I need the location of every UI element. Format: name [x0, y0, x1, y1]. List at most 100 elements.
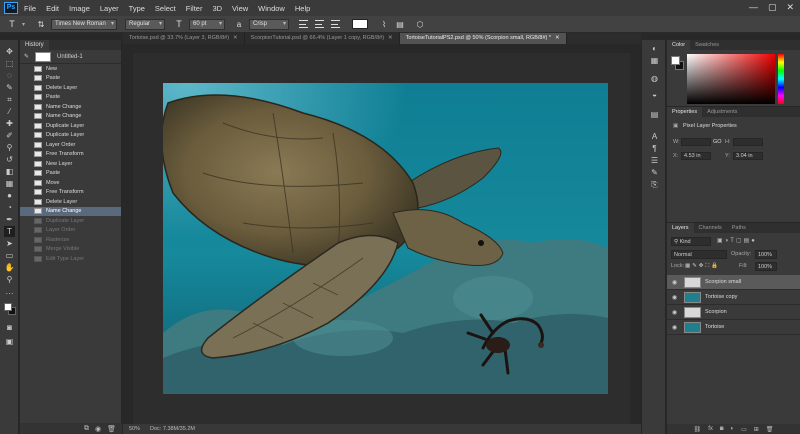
layer-style-icon[interactable]: fx [708, 426, 713, 432]
close-tab-icon[interactable]: ✕ [388, 35, 393, 41]
maximize-icon[interactable]: ▢ [768, 2, 777, 13]
crop-tool-icon[interactable]: ⌗ [4, 94, 15, 105]
close-tab-icon[interactable]: ✕ [233, 35, 238, 41]
antialias-select[interactable]: Crisp [249, 18, 290, 30]
marquee-tool-icon[interactable]: ⬚ [4, 58, 15, 69]
hue-slider[interactable] [778, 54, 784, 104]
more-tools-icon[interactable]: ··· [4, 288, 15, 299]
menu-image[interactable]: Image [69, 4, 90, 13]
minimize-icon[interactable]: — [749, 2, 758, 13]
history-item[interactable]: Free Transform [20, 188, 121, 198]
fill-field[interactable]: 100% [755, 262, 777, 271]
align-right-icon[interactable] [331, 20, 341, 28]
foreground-color-chip[interactable] [671, 56, 680, 65]
menu-layer[interactable]: Layer [100, 4, 119, 13]
brush-tool-icon[interactable]: ✐ [4, 130, 15, 141]
layer-row[interactable]: ◉ Tortoise [667, 320, 800, 335]
warp-text-icon[interactable]: ⌇ [378, 20, 390, 29]
adjustments-panel-icon[interactable]: ◒ [649, 90, 660, 100]
history-item[interactable]: Duplicate Layer [20, 216, 121, 226]
history-item[interactable]: Paste [20, 74, 121, 84]
tab-channels[interactable]: Channels [694, 223, 727, 233]
eye-icon[interactable]: ◉ [670, 324, 679, 331]
history-snapshot[interactable]: ✎ Untitled-1 [20, 50, 121, 64]
color-field[interactable] [687, 54, 775, 104]
new-document-from-state-icon[interactable]: ⧉ [84, 425, 89, 433]
doc-size[interactable]: Doc: 7.38M/35.2M [150, 426, 195, 432]
tab-properties[interactable]: Properties [667, 107, 703, 117]
history-item[interactable]: Paste [20, 93, 121, 103]
history-item[interactable]: Paste [20, 169, 121, 179]
doc-tab-tortoise-tutorial[interactable]: TortoiseTutorialPS2.psd @ 50% (Scorpion … [399, 33, 567, 44]
menu-filter[interactable]: Filter [186, 4, 203, 13]
eye-icon[interactable]: ◉ [670, 309, 679, 316]
orientation-toggle-icon[interactable]: ⇅ [35, 20, 47, 29]
menu-type[interactable]: Type [129, 4, 145, 13]
lasso-tool-icon[interactable]: ◌ [4, 70, 15, 81]
history-item[interactable]: Duplicate Layer [20, 131, 121, 141]
history-item[interactable]: Rasterize [20, 235, 121, 245]
height-field[interactable] [733, 138, 763, 146]
history-item[interactable]: Free Transform [20, 150, 121, 160]
character-panel-icon[interactable]: ▤ [394, 20, 406, 29]
history-item[interactable]: Duplicate Layer [20, 121, 121, 131]
document-image[interactable] [163, 83, 608, 394]
libraries-panel-icon[interactable]: ◍ [649, 74, 660, 84]
screen-mode-icon[interactable]: ▣ [4, 336, 15, 347]
menu-select[interactable]: Select [155, 4, 176, 13]
swatches-panel-icon[interactable]: ▦ [649, 56, 660, 66]
history-brush-source-icon[interactable]: ✎ [24, 53, 29, 60]
x-field[interactable]: 4.53 in [681, 152, 711, 160]
history-item[interactable]: Delete Layer [20, 197, 121, 207]
color-panel-icon[interactable]: ◐ [649, 44, 660, 54]
group-icon[interactable]: ▭ [741, 426, 747, 433]
menu-file[interactable]: File [24, 4, 36, 13]
blur-tool-icon[interactable]: ● [4, 190, 15, 201]
new-layer-icon[interactable]: ⊞ [754, 426, 759, 433]
type-tool-icon[interactable]: T [4, 226, 15, 237]
opacity-field[interactable]: 100% [755, 250, 777, 259]
tab-adjustments[interactable]: Adjustments [702, 107, 742, 117]
type-tool-icon[interactable]: T [6, 19, 18, 29]
close-icon[interactable]: ✕ [786, 2, 794, 13]
trash-icon[interactable]: 🗑 [107, 425, 116, 433]
close-tab-icon[interactable]: ✕ [555, 35, 560, 41]
history-item[interactable]: Move [20, 178, 121, 188]
font-family-select[interactable]: Times New Roman [51, 18, 118, 30]
menu-3d[interactable]: 3D [212, 4, 222, 13]
history-item[interactable]: Name Change [20, 206, 121, 216]
menu-window[interactable]: Window [258, 4, 285, 13]
tool-preset-chevron-icon[interactable]: ▾ [22, 21, 25, 28]
font-size-select[interactable]: 60 pt [189, 18, 226, 30]
quick-select-tool-icon[interactable]: ✎ [4, 82, 15, 93]
eraser-tool-icon[interactable]: ◧ [4, 166, 15, 177]
link-dimensions-icon[interactable]: GO [713, 139, 722, 145]
menu-view[interactable]: View [232, 4, 248, 13]
brush-panel-icon[interactable]: ✎ [649, 168, 660, 178]
tab-history[interactable]: History [20, 40, 49, 50]
layer-filter-icons[interactable]: ▣◑T▢▤● [717, 237, 757, 244]
dodge-tool-icon[interactable]: ◔ [4, 202, 15, 213]
adjustment-layer-icon[interactable]: ◐ [730, 426, 734, 432]
gradient-tool-icon[interactable]: ▦ [4, 178, 15, 189]
tab-swatches[interactable]: Swatches [690, 40, 724, 50]
trash-icon[interactable]: 🗑 [766, 426, 774, 433]
path-select-tool-icon[interactable]: ➤ [4, 238, 15, 249]
y-field[interactable]: 3.04 in [733, 152, 763, 160]
tab-layers[interactable]: Layers [667, 223, 694, 233]
layer-row[interactable]: ◉ Scorpion [667, 305, 800, 320]
width-field[interactable] [681, 138, 711, 146]
3d-icon[interactable]: ⬡ [414, 20, 426, 29]
menu-help[interactable]: Help [295, 4, 310, 13]
character-panel-icon[interactable]: A [649, 132, 660, 142]
history-item[interactable]: Name Change [20, 112, 121, 122]
menu-edit[interactable]: Edit [46, 4, 59, 13]
blend-mode-select[interactable]: Normal [671, 250, 727, 259]
lock-icons[interactable]: ▦✎✥⛶🔒 [685, 263, 720, 270]
move-tool-icon[interactable]: ✥ [4, 46, 15, 57]
align-left-icon[interactable] [299, 20, 309, 28]
hand-tool-icon[interactable]: ✋ [4, 262, 15, 273]
eyedropper-tool-icon[interactable]: ⁄ [4, 106, 15, 117]
doc-tab-scorpion-tutorial[interactable]: ScorpionTutorial.psd @ 66.4% (Layer 1 co… [245, 33, 400, 44]
foreground-color-swatch[interactable] [4, 303, 12, 311]
